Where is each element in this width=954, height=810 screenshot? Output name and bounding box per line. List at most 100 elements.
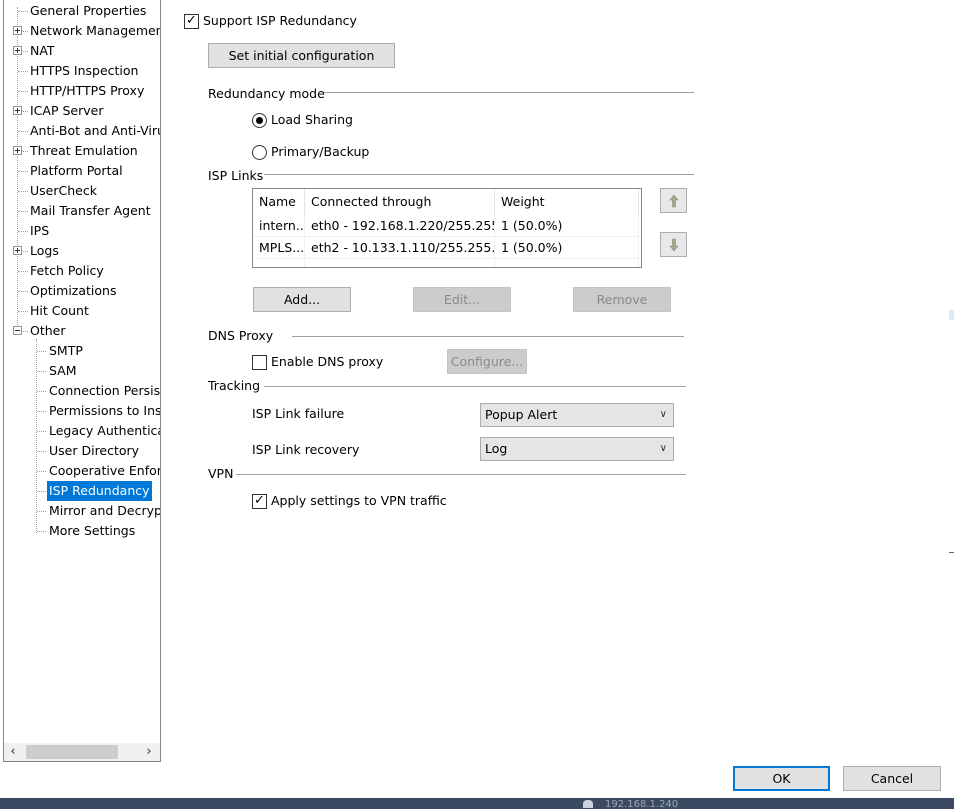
isp-link-failure-select[interactable]: Popup Alert ∨ (480, 403, 674, 427)
tree-item-logs[interactable]: Logs (4, 241, 160, 261)
tree-item-label: SAM (49, 363, 77, 378)
scrollbar-thumb[interactable] (26, 745, 118, 759)
apply-vpn-label: Apply settings to VPN traffic (271, 493, 447, 508)
tree-item-anti-bot-and-anti-virus[interactable]: Anti-Bot and Anti-Virus (4, 121, 160, 141)
tree-item-label: Threat Emulation (30, 143, 138, 158)
tree-item-label: Fetch Policy (30, 263, 104, 278)
ok-button[interactable]: OK (733, 766, 830, 791)
tree-item-mail-transfer-agent[interactable]: Mail Transfer Agent (4, 201, 160, 221)
redundancy-mode-divider (324, 92, 694, 93)
tree-item-label: Mail Transfer Agent (30, 203, 151, 218)
dns-proxy-title: DNS Proxy (208, 328, 274, 343)
tree-item-network-management[interactable]: Network Management (4, 21, 160, 41)
tree-item-label: SMTP (49, 343, 83, 358)
move-up-button[interactable] (660, 188, 687, 213)
tree-horizontal-scrollbar[interactable]: ‹ › (4, 743, 160, 761)
tree-item-label: Connection Persistence (49, 383, 161, 398)
tree-item-general-properties[interactable]: General Properties (4, 1, 160, 21)
support-isp-checkbox[interactable]: ✓ (184, 14, 199, 29)
table-row[interactable]: intern... eth0 - 192.168.1.220/255.255..… (253, 215, 639, 237)
enable-dns-proxy-label: Enable DNS proxy (271, 354, 384, 369)
apply-vpn-checkbox[interactable]: ✓ (252, 494, 267, 509)
table-row[interactable]: MPLS... eth2 - 10.133.1.110/255.255.... … (253, 237, 639, 259)
expand-plus-icon[interactable] (13, 106, 22, 115)
edit-isp-link-button[interactable]: Edit... (413, 287, 511, 312)
table-row-empty (253, 259, 639, 267)
tree-item-user-directory[interactable]: User Directory (4, 441, 160, 461)
primary-backup-radio[interactable] (252, 145, 267, 160)
tree-item-optimizations[interactable]: Optimizations (4, 281, 160, 301)
tree-item-label: IPS (30, 223, 50, 238)
tree-item-label: Hit Count (30, 303, 89, 318)
cancel-button[interactable]: Cancel (843, 766, 941, 791)
tree-item-cooperative-enforcement[interactable]: Cooperative Enforcement (4, 461, 160, 481)
checkmark-icon: ✓ (186, 13, 197, 28)
tree-item-smtp[interactable]: SMTP (4, 341, 160, 361)
tree-item-label: Mirror and Decrypt (49, 503, 161, 518)
isp-link-recovery-select[interactable]: Log ∨ (480, 437, 674, 461)
scroll-left-icon[interactable]: ‹ (4, 743, 22, 761)
tree-item-ips[interactable]: IPS (4, 221, 160, 241)
tree-item-label: Network Management (30, 23, 161, 38)
tree-item-label: Anti-Bot and Anti-Virus (30, 123, 161, 138)
tree-item-fetch-policy[interactable]: Fetch Policy (4, 261, 160, 281)
column-header-name[interactable]: Name (253, 189, 305, 215)
tree-item-hit-count[interactable]: Hit Count (4, 301, 160, 321)
tree-item-label: Legacy Authentication (49, 423, 160, 438)
isp-link-recovery-label: ISP Link recovery (252, 442, 360, 457)
tree-item-https-inspection[interactable]: HTTPS Inspection (4, 61, 160, 81)
tree-item-label: Other (30, 323, 66, 338)
enable-dns-proxy-checkbox[interactable] (252, 355, 267, 370)
tree-item-permissions-to-install[interactable]: Permissions to Install (4, 401, 160, 421)
checkmark-icon: ✓ (254, 493, 265, 508)
load-sharing-radio[interactable] (252, 113, 267, 128)
expand-plus-icon[interactable] (13, 146, 22, 155)
row-weight-cell: 1 (50.0%) (495, 237, 639, 259)
chevron-down-icon: ∨ (659, 443, 667, 454)
chevron-down-icon: ∨ (659, 409, 667, 420)
add-isp-link-button[interactable]: Add... (253, 287, 351, 312)
column-header-weight[interactable]: Weight (495, 189, 639, 215)
collapse-minus-icon[interactable] (13, 326, 22, 335)
vpn-divider (236, 474, 686, 475)
tree-item-nat[interactable]: NAT (4, 41, 160, 61)
isp-links-table[interactable]: Name Connected through Weight intern... … (252, 188, 642, 268)
tree-item-other[interactable]: Other (4, 321, 160, 341)
remove-isp-link-button[interactable]: Remove (573, 287, 671, 312)
edge-artifact (949, 552, 954, 553)
column-header-connected-through[interactable]: Connected through (305, 189, 495, 215)
expand-plus-icon[interactable] (13, 46, 22, 55)
tree-item-mirror-and-decrypt[interactable]: Mirror and Decrypt (4, 501, 160, 521)
settings-tree[interactable]: General Properties Network Management NAT H… (3, 0, 161, 762)
tree-item-icap-server[interactable]: ICAP Server (4, 101, 160, 121)
tree-item-isp-redundancy[interactable]: ISP Redundancy (4, 481, 160, 501)
isp-link-failure-value: Popup Alert (485, 407, 558, 422)
move-down-button[interactable] (660, 232, 687, 257)
primary-backup-label: Primary/Backup (271, 144, 370, 159)
tracking-divider (264, 386, 686, 387)
tracking-title: Tracking (208, 378, 261, 393)
tree-item-connection-persistence[interactable]: Connection Persistence (4, 381, 160, 401)
tree-item-usercheck[interactable]: UserCheck (4, 181, 160, 201)
tree-item-platform-portal[interactable]: Platform Portal (4, 161, 160, 181)
isp-links-divider (264, 174, 694, 175)
tree-item-sam[interactable]: SAM (4, 361, 160, 381)
configure-dns-proxy-button[interactable]: Configure... (447, 349, 527, 374)
tree-item-threat-emulation[interactable]: Threat Emulation (4, 141, 160, 161)
tree-item-label: Logs (30, 243, 59, 258)
tree-item-label: More Settings (49, 523, 136, 538)
database-icon (583, 800, 593, 808)
scroll-right-icon[interactable]: › (140, 743, 158, 761)
tree-item-label-selected: ISP Redundancy (47, 481, 152, 501)
tree-item-label: Platform Portal (30, 163, 123, 178)
expand-plus-icon[interactable] (13, 26, 22, 35)
tree-item-http-https-proxy[interactable]: HTTP/HTTPS Proxy (4, 81, 160, 101)
load-sharing-label: Load Sharing (271, 112, 353, 127)
isp-links-title: ISP Links (208, 168, 264, 183)
isp-link-recovery-value: Log (485, 441, 508, 456)
tree-item-more-settings[interactable]: More Settings (4, 521, 160, 541)
expand-plus-icon[interactable] (13, 246, 22, 255)
tree-item-legacy-authentication[interactable]: Legacy Authentication (4, 421, 160, 441)
tree-item-label: User Directory (49, 443, 140, 458)
set-initial-configuration-button[interactable]: Set initial configuration (208, 43, 395, 68)
